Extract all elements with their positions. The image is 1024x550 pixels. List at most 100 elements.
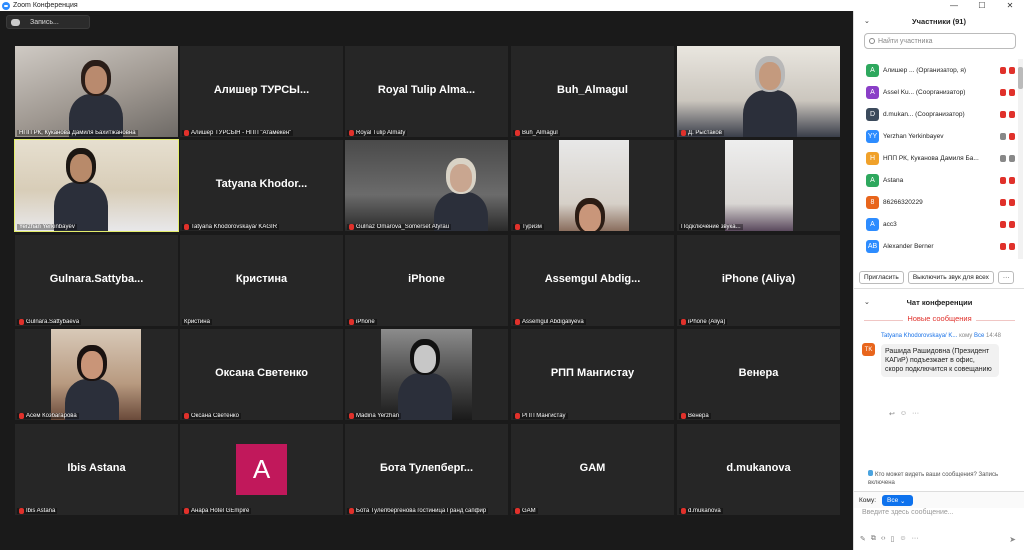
video-tile[interactable]: Кристина Кристина — [180, 235, 343, 326]
cloud-record-icon — [11, 18, 20, 26]
person-face — [81, 351, 103, 379]
video-tile[interactable]: Алишер ТУРСЫ... Алишер ТУРСЫН - НПП "Атам… — [180, 46, 343, 137]
close-button[interactable]: ✕ — [996, 0, 1024, 11]
video-tile[interactable]: НПП РК, Куканова Дамиля Бахитжановна — [15, 46, 178, 137]
video-tile[interactable]: Madina Yerzhan — [345, 329, 508, 420]
recipient-value: Все — [887, 497, 899, 504]
participant-row[interactable]: A Assel Ku... (Соорганизатор) — [854, 81, 1017, 103]
invite-button[interactable]: Пригласить — [859, 271, 904, 284]
participant-row[interactable]: Dd.mukan... (Соорганизатор) — [854, 103, 1017, 125]
tile-name-label: Бота Тулепбергенова гостиница Гранд сапф… — [347, 508, 489, 514]
video-tile[interactable]: Gulnara.Sattyba... Gulnara.Sattybaeva — [15, 235, 178, 326]
video-tile[interactable]: Ibis Astana Ibis Astana — [15, 424, 178, 515]
video-icon[interactable] — [1009, 154, 1015, 162]
participant-video — [15, 140, 178, 231]
video-tile[interactable]: Tatyana Khodor... Tatyana Khodorovskaya/ … — [180, 140, 343, 231]
video-tile[interactable]: iPhone (Aliya) iPhone (Aliya) — [677, 235, 840, 326]
video-tile[interactable]: Yerzhan Yerkinbayev — [14, 139, 179, 232]
mic-icon[interactable] — [1000, 220, 1006, 228]
tile-name-label: iPhone (Aliya) — [679, 319, 728, 325]
minimize-button[interactable]: — — [940, 0, 968, 11]
video-tile[interactable]: Gulnaz Omarova_Somerset Atyrau — [345, 140, 508, 231]
video-icon[interactable] — [1009, 132, 1015, 140]
participant-row[interactable]: YY Yerzhan Yerkinbayev — [854, 125, 1017, 147]
maximize-button[interactable]: ☐ — [968, 0, 996, 11]
participant-name: Алишер ... (Организатор, я) — [883, 66, 967, 74]
chat-collapse-chevron-icon[interactable]: ⌄ — [864, 292, 870, 314]
reply-icon[interactable]: ↩ — [889, 410, 895, 418]
mic-icon[interactable] — [1000, 88, 1006, 96]
record-button[interactable]: Запись... — [6, 15, 90, 29]
emoji-reaction-icon[interactable]: ☺ — [900, 410, 907, 418]
person-face — [70, 154, 92, 182]
video-tile[interactable]: Д. Рыстаков — [677, 46, 840, 137]
code-icon[interactable]: ‹› — [881, 535, 886, 543]
mic-muted-icon — [681, 130, 686, 136]
mic-icon[interactable] — [1000, 176, 1006, 184]
video-tile[interactable]: РПП Мангистау РПП Мангистау — [511, 329, 674, 420]
collapse-chevron-icon[interactable]: ⌄ — [864, 11, 870, 33]
mic-icon[interactable] — [1000, 154, 1006, 162]
tile-label-text: НПП РК, Куканова Дамиля Бахитжановна — [19, 130, 136, 136]
emoji-icon[interactable]: ☺ — [899, 535, 906, 543]
participant-row[interactable]: Н НПП РК, Куканова Дамиля Ба... — [854, 147, 1017, 169]
chat-input[interactable]: Введите здесь сообщение... — [862, 509, 954, 516]
video-tile[interactable]: Туризм — [511, 140, 674, 231]
video-tile[interactable]: iPhone iPhone — [345, 235, 508, 326]
mute-all-button[interactable]: Выключить звук для всех — [907, 271, 994, 284]
video-tile[interactable]: Оксана Светенко Оксана Светенко — [180, 329, 343, 420]
message-more-icon[interactable]: ··· — [912, 410, 919, 418]
format-icon[interactable]: ✎ — [860, 535, 866, 543]
who-can-see-notice[interactable]: Кто может видеть ваши сообщения? Запись … — [868, 470, 1018, 487]
message-to[interactable]: Все — [974, 333, 984, 339]
mic-icon[interactable] — [1000, 242, 1006, 250]
send-icon[interactable]: ➤ — [1009, 535, 1016, 544]
tile-name-label: Асем Козбагарова — [17, 413, 79, 419]
video-tile[interactable]: d.mukanova d.mukanova — [677, 424, 840, 515]
video-icon[interactable] — [1009, 220, 1015, 228]
participant-video — [15, 46, 178, 137]
recipient-select[interactable]: Все ⌄ — [882, 495, 913, 506]
video-icon[interactable] — [1009, 66, 1015, 74]
video-icon[interactable] — [1009, 242, 1015, 250]
mic-icon[interactable] — [1000, 198, 1006, 206]
video-icon[interactable] — [1009, 110, 1015, 118]
participant-row[interactable]: A Алишер ... (Организатор, я) — [854, 59, 1017, 81]
file-icon[interactable]: ▯ — [891, 535, 895, 543]
video-icon[interactable] — [1009, 88, 1015, 96]
tile-label-text: Подключение звука... — [681, 224, 741, 230]
participant-display-name: Венера — [738, 367, 779, 379]
mic-icon[interactable] — [1000, 66, 1006, 74]
video-tile[interactable]: Асем Козбагарова — [15, 329, 178, 420]
more-tools-icon[interactable]: ··· — [912, 535, 919, 543]
video-tile[interactable]: Подключение звука... — [677, 140, 840, 231]
mic-icon[interactable] — [1000, 110, 1006, 118]
video-tile[interactable]: Buh_Almagul Buh_Almagul — [511, 46, 674, 137]
screenshot-icon[interactable]: ⧉ — [871, 535, 876, 543]
participant-row[interactable]: Aасс3 — [854, 213, 1017, 235]
tile-label-text: iPhone (Aliya) — [688, 319, 726, 325]
person-face — [85, 66, 107, 94]
video-icon[interactable] — [1009, 198, 1015, 206]
participant-avatar: A — [866, 63, 879, 77]
video-icon[interactable] — [1009, 176, 1015, 184]
video-tile[interactable]: Royal Tulip Alma... Royal Tulip Almaty — [345, 46, 508, 137]
tile-label-text: Gulnara.Sattybaeva — [26, 319, 80, 325]
participant-scrollbar[interactable] — [1018, 59, 1023, 259]
panel-divider — [854, 288, 1024, 289]
video-tile[interactable]: Бота Тулепберг... Бота Тулепбергенова гос… — [345, 424, 508, 515]
chat-title: Чат конференции — [906, 298, 973, 307]
person-body — [398, 373, 452, 420]
video-tile[interactable]: GAM GAM — [511, 424, 674, 515]
video-tile[interactable]: A Анара Hotel GEmpire — [180, 424, 343, 515]
participant-search-input[interactable]: Найти участника — [864, 33, 1016, 49]
participant-row[interactable]: A Astana — [854, 169, 1017, 191]
video-tile[interactable]: Венера Венера — [677, 329, 840, 420]
video-tile[interactable]: Assemgul Abdig... Assemgul Abdigaliyeva — [511, 235, 674, 326]
participant-row[interactable]: 8 86266320229 — [854, 191, 1017, 213]
participant-row[interactable]: AB Alexander Berner — [854, 235, 1017, 257]
record-label: Запись... — [30, 18, 59, 26]
more-button[interactable]: ··· — [997, 271, 1015, 284]
mic-icon[interactable] — [1000, 132, 1006, 140]
tile-name-label: Венера — [679, 413, 711, 419]
